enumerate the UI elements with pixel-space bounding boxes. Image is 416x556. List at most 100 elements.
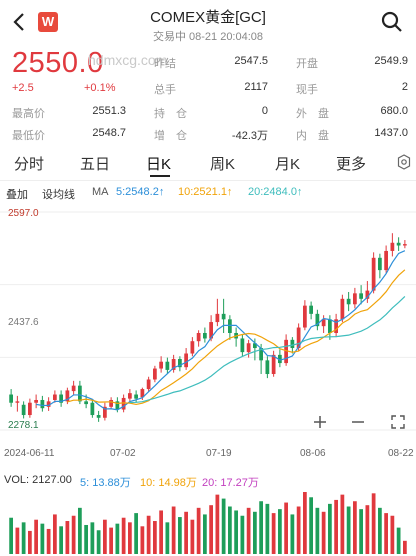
candle-body	[109, 399, 113, 407]
ma20-value: 20:2484.0↑	[248, 186, 303, 198]
candle-body	[96, 415, 101, 418]
volume-bar	[315, 507, 320, 554]
volume-bar	[253, 511, 257, 554]
volume-chart[interactable]	[0, 470, 416, 556]
stat-value-current-volume: 2	[401, 81, 408, 93]
x-axis-label: 08-22	[388, 448, 414, 459]
volume-bar	[240, 515, 245, 554]
tab-weekly-k[interactable]: 周K	[210, 153, 235, 174]
volume-bar	[71, 515, 76, 554]
fullscreen-icon[interactable]	[390, 414, 406, 430]
candle-body	[271, 354, 276, 375]
volume-bar	[109, 527, 113, 554]
candle-body	[265, 360, 270, 375]
overlay-button[interactable]: 叠加	[6, 186, 28, 202]
stat-value-total-volume: 2117	[244, 81, 268, 93]
stat-label-oi-change: 增 仓	[154, 130, 187, 142]
volume-bar	[59, 526, 63, 554]
volume-bar	[209, 505, 213, 554]
volume-bar	[309, 497, 313, 554]
volume-bar	[53, 514, 57, 554]
volume-bar	[384, 513, 388, 554]
ma-legend-bar: 叠加 设均线 MA 5:2548.2↑ 10:2521.1↑ 20:2484.0…	[0, 184, 416, 202]
y-axis-label: 2597.0	[8, 208, 39, 219]
stat-value-high: 2551.3	[92, 105, 126, 117]
volume-bar	[378, 507, 382, 554]
tab-intraday[interactable]: 分时	[14, 153, 44, 174]
candle-body	[403, 244, 407, 246]
volume-bar	[115, 523, 120, 554]
candle-body	[396, 242, 401, 246]
volume-bar	[353, 501, 357, 554]
active-tab-indicator	[150, 175, 170, 177]
candle-body	[28, 402, 32, 416]
volume-bar	[321, 511, 326, 554]
stat-label-total-volume: 总手	[154, 84, 176, 96]
volume-bar	[9, 517, 13, 554]
volume-bar	[290, 514, 295, 554]
zoom-in-icon[interactable]	[312, 414, 328, 430]
candle-body	[190, 341, 195, 354]
ma5-value: 5:2548.2↑	[116, 186, 165, 198]
volume-bar	[296, 506, 301, 554]
volume-bar	[390, 515, 395, 554]
candle-body	[153, 368, 157, 380]
stat-value-prev-settle: 2547.5	[234, 55, 268, 67]
tab-daily-k[interactable]: 日K	[146, 153, 171, 174]
stat-label-low: 最低价	[12, 130, 45, 142]
stat-value-inner-disk: 1437.0	[374, 127, 408, 139]
page-title: COMEX黄金[GC]	[150, 9, 266, 26]
volume-bar	[346, 506, 351, 554]
tab-monthly-k[interactable]: 月K	[275, 153, 300, 174]
candle-body	[328, 319, 332, 333]
candle-body	[240, 338, 245, 353]
candle-body	[90, 402, 95, 416]
set-ma-button[interactable]: 设均线	[42, 186, 75, 202]
x-axis-label: 07-19	[206, 448, 232, 459]
volume-bar	[259, 501, 263, 554]
volume-bar	[21, 522, 26, 554]
volume-bar	[134, 513, 138, 554]
candle-body	[384, 250, 388, 271]
candle-body	[378, 257, 382, 271]
candle-body	[184, 353, 188, 368]
stat-value-outer-disk: 680.0	[380, 105, 408, 117]
candle-body	[390, 242, 395, 251]
candle-body	[228, 319, 232, 333]
volume-bar	[96, 530, 101, 554]
volume-bar	[284, 502, 288, 554]
candle-body	[34, 399, 38, 403]
volume-bar	[303, 492, 307, 554]
candle-body	[15, 401, 20, 403]
volume-bar	[159, 510, 163, 554]
candle-body	[359, 293, 363, 299]
candle-body	[371, 257, 376, 291]
candlestick-chart[interactable]: 2597.0 2437.6 2278.1	[0, 204, 416, 446]
candle-body	[40, 399, 45, 409]
volume-bar	[178, 517, 182, 554]
volume-bar	[403, 540, 407, 554]
y-axis-label: 2437.6	[8, 317, 39, 328]
period-tabs: 分时 五日 日K 周K 月K 更多	[0, 149, 416, 177]
zoom-out-icon[interactable]	[350, 414, 366, 430]
candle-body	[146, 379, 151, 390]
tab-more[interactable]: 更多	[336, 153, 366, 174]
candle-body	[221, 313, 226, 320]
candle-body	[21, 404, 26, 416]
volume-bar	[90, 522, 95, 554]
volume-bar	[340, 494, 345, 554]
candle-body	[346, 298, 351, 305]
tab-five-day[interactable]: 五日	[80, 153, 110, 174]
stat-label-prev-settle: 昨结	[154, 58, 176, 70]
candle-body	[159, 361, 163, 369]
candle-body	[165, 361, 170, 370]
volume-bar	[221, 498, 226, 554]
ma10-value: 10:2521.1↑	[178, 186, 233, 198]
trading-status: 交易中 08-21 20:04:08	[152, 31, 264, 43]
volume-bar	[365, 505, 370, 554]
volume-bar	[271, 513, 276, 554]
x-axis-label: 08-06	[300, 448, 326, 459]
search-icon[interactable]	[380, 10, 404, 34]
stat-label-open: 开盘	[296, 58, 318, 70]
gear-icon[interactable]	[396, 154, 412, 170]
